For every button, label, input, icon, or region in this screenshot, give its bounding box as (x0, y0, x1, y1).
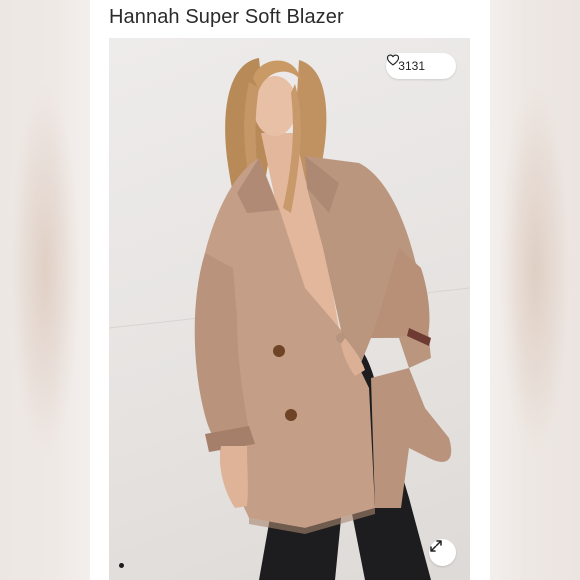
like-button[interactable]: 3131 (386, 53, 456, 79)
product-card: Hannah Super Soft Blazer 3131 (90, 0, 490, 580)
expand-button[interactable] (429, 539, 456, 566)
heart-outline-icon (387, 54, 445, 73)
blurred-backdrop-left (0, 0, 90, 580)
like-count: 3131 (398, 59, 425, 73)
product-photo-illustration (109, 58, 470, 580)
slide-indicator-dot[interactable] (119, 563, 124, 568)
product-image[interactable]: 3131 (109, 38, 470, 580)
blurred-backdrop-right (490, 0, 580, 580)
product-title: Hannah Super Soft Blazer (109, 6, 344, 28)
